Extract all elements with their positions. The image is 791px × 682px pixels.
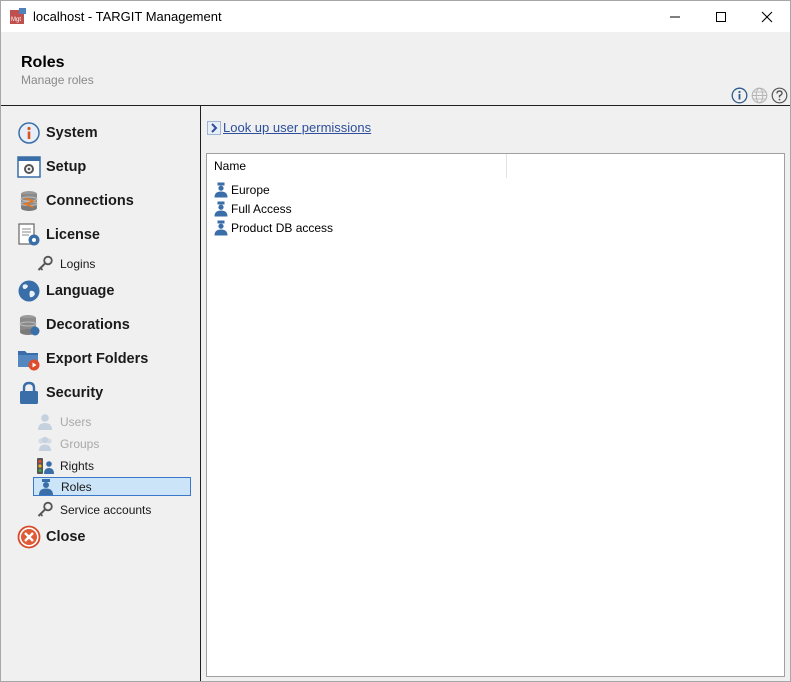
lookup-user-permissions-link[interactable]: Look up user permissions	[207, 120, 371, 135]
sidebar-item-users[interactable]: Users	[33, 412, 191, 431]
close-icon	[761, 11, 773, 22]
sidebar-item-label: Language	[46, 283, 115, 299]
lookup-link-label: Look up user permissions	[223, 120, 372, 135]
list-item[interactable]: Europe	[213, 180, 270, 199]
sidebar-item-label: Security	[46, 385, 104, 401]
key-icon	[36, 255, 54, 273]
sidebar-item-close[interactable]: Close	[17, 524, 86, 550]
sidebar-item-label: Rights	[60, 458, 95, 473]
sidebar: System Setup Connections License Logins	[1, 106, 200, 681]
role-icon	[213, 201, 229, 217]
maximize-button[interactable]	[698, 1, 744, 32]
sidebar-item-label: Service accounts	[60, 502, 152, 517]
close-circle-icon	[17, 525, 41, 549]
app-icon-text: Mgt	[11, 17, 21, 23]
sidebar-item-label: Close	[46, 529, 86, 545]
list-item-label: Full Access	[231, 201, 292, 216]
user-icon	[36, 413, 54, 431]
role-icon	[213, 182, 229, 198]
sidebar-item-service-accounts[interactable]: Service accounts	[33, 500, 191, 519]
list-item[interactable]: Full Access	[213, 199, 292, 218]
sidebar-item-groups[interactable]: Groups	[33, 434, 191, 453]
list-item-label: Europe	[231, 182, 270, 197]
maximize-icon	[716, 11, 726, 22]
sidebar-item-setup[interactable]: Setup	[17, 154, 86, 180]
column-header-name[interactable]: Name	[207, 154, 507, 178]
info-icon[interactable]	[731, 87, 748, 104]
sidebar-item-label: Users	[60, 414, 92, 429]
sidebar-item-label: Groups	[60, 436, 100, 451]
list-item[interactable]: Product DB access	[213, 218, 333, 237]
page-subtitle: Manage roles	[21, 73, 94, 87]
sidebar-item-connections[interactable]: Connections	[17, 188, 134, 214]
sidebar-item-language[interactable]: Language	[17, 278, 114, 304]
globe-icon	[17, 279, 41, 303]
sidebar-item-label: Decorations	[46, 317, 130, 333]
sidebar-item-label: System	[46, 125, 98, 141]
sidebar-item-logins[interactable]: Logins	[33, 254, 191, 273]
chevron-right-icon	[207, 120, 221, 135]
main-content: Look up user permissions Name Europe Ful…	[201, 106, 790, 681]
lock-icon	[17, 381, 41, 405]
setup-icon	[17, 155, 41, 179]
sidebar-item-label: Logins	[60, 256, 96, 271]
sidebar-item-decorations[interactable]: Decorations	[17, 312, 130, 338]
page-header: Roles Manage roles	[1, 32, 790, 105]
role-icon	[37, 478, 55, 496]
key-icon	[36, 501, 54, 519]
info-icon	[17, 121, 41, 145]
export-folder-icon	[17, 347, 41, 371]
roles-list[interactable]: Name Europe Full Access Product DB acces…	[206, 153, 785, 677]
sidebar-item-export-folders[interactable]: Export Folders	[17, 346, 148, 372]
database-icon	[17, 189, 41, 213]
decorations-icon	[17, 313, 41, 337]
sidebar-item-system[interactable]: System	[17, 120, 98, 146]
rights-icon	[36, 457, 54, 475]
sidebar-item-rights[interactable]: Rights	[33, 456, 191, 475]
minimize-button[interactable]	[652, 1, 698, 32]
minimize-icon	[670, 16, 680, 17]
group-icon	[36, 435, 54, 453]
sidebar-item-security[interactable]: Security	[17, 380, 103, 406]
sidebar-item-label: License	[46, 227, 100, 243]
license-icon	[17, 223, 41, 247]
page-title: Roles	[21, 54, 65, 71]
window-title: localhost - TARGIT Management	[33, 9, 222, 24]
sidebar-item-label: Export Folders	[46, 351, 149, 367]
help-icon[interactable]	[771, 87, 788, 104]
app-icon: Mgt	[10, 8, 26, 24]
globe-icon[interactable]	[751, 87, 768, 104]
role-icon	[213, 220, 229, 236]
sidebar-item-license[interactable]: License	[17, 222, 100, 248]
sidebar-item-roles[interactable]: Roles	[33, 477, 191, 496]
app-window: Mgt localhost - TARGIT Management Roles …	[0, 0, 791, 682]
sidebar-item-label: Connections	[46, 193, 134, 209]
title-bar: Mgt localhost - TARGIT Management	[1, 1, 790, 32]
header-icon-bar	[731, 87, 788, 104]
sidebar-item-label: Setup	[46, 159, 87, 175]
list-item-label: Product DB access	[231, 220, 334, 235]
close-window-button[interactable]	[744, 1, 790, 32]
sidebar-item-label: Roles	[61, 479, 92, 494]
